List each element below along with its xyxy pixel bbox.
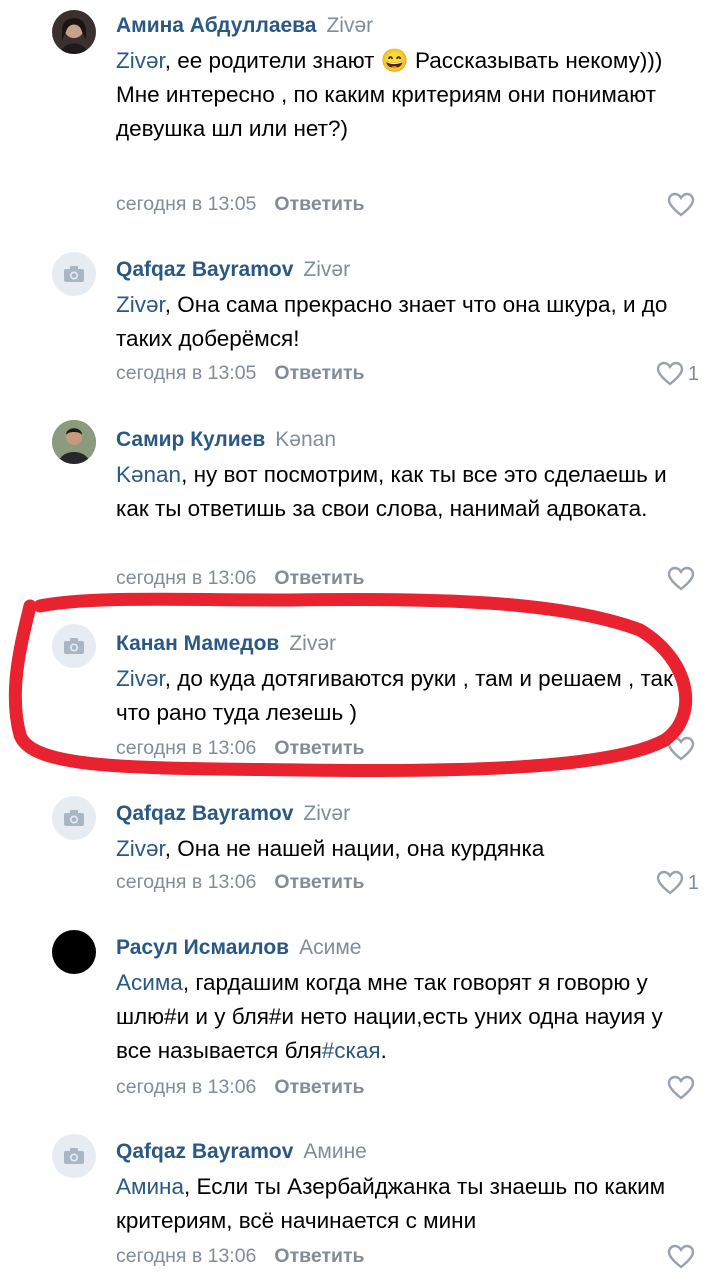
user-photo-icon (52, 420, 96, 464)
comment-body: , ее родители знают 😄 Рассказывать неком… (116, 48, 663, 141)
camera-icon (64, 638, 84, 654)
comment-body-end: . (380, 1038, 387, 1063)
like-button[interactable] (667, 192, 699, 218)
comment-text: Асима, гардашим когда мне так говорят я … (116, 966, 696, 1068)
reply-to-name[interactable]: Амине (303, 1140, 366, 1163)
comment-author[interactable]: Амина Абдуллаева (116, 14, 316, 37)
comment-time: сегодня в 13:06 (116, 1076, 257, 1098)
reply-button[interactable]: Ответить (274, 737, 364, 759)
comment-author[interactable]: Самир Кулиев (116, 428, 265, 451)
like-button[interactable] (667, 1075, 699, 1101)
like-button[interactable] (667, 736, 699, 762)
comment-text: Zivər, Она сама прекрасно знает что она … (116, 288, 696, 356)
reply-to-name[interactable]: Zivər (326, 14, 373, 37)
comment-text: Kənan, ну вот посмотрим, как ты все это … (116, 458, 696, 526)
comment-author[interactable]: Расул Исмаилов (116, 936, 289, 959)
comment-time: сегодня в 13:06 (116, 567, 257, 589)
mention-link[interactable]: Zivər (116, 292, 165, 317)
mention-link[interactable]: Амина (116, 1174, 184, 1199)
camera-icon (64, 1148, 84, 1164)
mention-link[interactable]: Kənan (116, 462, 181, 487)
reply-to-name[interactable]: Асиме (299, 936, 361, 959)
comment-time: сегодня в 13:06 (116, 1245, 257, 1267)
comment-body: , до куда дотягиваются руки , там и реша… (116, 666, 673, 725)
comment-body: , Она не нашей нации, она курдянка (164, 836, 545, 861)
reply-button[interactable]: Ответить (274, 567, 364, 589)
like-button[interactable]: 1 (656, 361, 699, 387)
mention-link[interactable]: Zivər (116, 48, 165, 73)
reply-to-name[interactable]: Zivər (289, 632, 336, 655)
reply-to-name[interactable]: Zivər (303, 802, 350, 825)
heart-icon (656, 870, 684, 895)
avatar[interactable] (52, 930, 96, 974)
heart-icon (667, 192, 695, 217)
heart-icon (656, 361, 684, 386)
reply-button[interactable]: Ответить (274, 1245, 364, 1267)
reply-button[interactable]: Ответить (274, 1076, 364, 1098)
comment-text: Zivər, Она не нашей нации, она курдянка (116, 832, 696, 866)
comment-text: Амина, Если ты Азербайджанка ты знаешь п… (116, 1170, 696, 1238)
reply-button[interactable]: Ответить (274, 871, 364, 893)
comment-author[interactable]: Qafqaz Bayramov (116, 258, 293, 281)
avatar[interactable] (52, 420, 96, 464)
comment-body: , Она сама прекрасно знает что она шкура… (116, 292, 668, 351)
comment-time: сегодня в 13:05 (116, 362, 257, 384)
comment-text: Zivər, до куда дотягиваются руки , там и… (116, 662, 696, 730)
hashtag-link[interactable]: #ская (322, 1038, 381, 1063)
avatar[interactable] (52, 252, 96, 296)
heart-icon (667, 1075, 695, 1100)
like-button[interactable] (667, 566, 699, 592)
comment-author[interactable]: Канан Мамедов (116, 632, 279, 655)
comment-time: сегодня в 13:06 (116, 871, 257, 893)
avatar[interactable] (52, 796, 96, 840)
heart-icon (667, 1244, 695, 1269)
like-button[interactable]: 1 (656, 870, 699, 896)
comment-time: сегодня в 13:05 (116, 193, 257, 215)
comment-author[interactable]: Qafqaz Bayramov (116, 1140, 293, 1163)
avatar[interactable] (52, 10, 96, 54)
heart-icon (667, 736, 695, 761)
mention-link[interactable]: Zivər (116, 836, 165, 861)
comment-body: , Если ты Азербайджанка ты знаешь по как… (116, 1174, 666, 1233)
reply-button[interactable]: Ответить (274, 193, 364, 215)
like-count: 1 (687, 362, 699, 385)
like-count: 1 (687, 871, 699, 894)
avatar[interactable] (52, 1134, 96, 1178)
mention-link[interactable]: Асима (116, 970, 183, 995)
comment-time: сегодня в 13:06 (116, 737, 257, 759)
heart-icon (667, 566, 695, 591)
comment-body: , гардашим когда мне так говорят я говор… (116, 970, 663, 1063)
comment-text: Zivər, ее родители знают 😄 Рассказывать … (116, 44, 696, 146)
reply-to-name[interactable]: Zivər (303, 258, 350, 281)
avatar[interactable] (52, 624, 96, 668)
user-photo-icon (60, 18, 88, 54)
camera-icon (64, 810, 84, 826)
comment-author[interactable]: Qafqaz Bayramov (116, 802, 293, 825)
like-button[interactable] (667, 1244, 699, 1270)
reply-button[interactable]: Ответить (274, 362, 364, 384)
mention-link[interactable]: Zivər (116, 666, 165, 691)
camera-icon (64, 266, 84, 282)
reply-to-name[interactable]: Kənan (275, 428, 336, 451)
comment-body: , ну вот посмотрим, как ты все это сдела… (116, 462, 667, 521)
